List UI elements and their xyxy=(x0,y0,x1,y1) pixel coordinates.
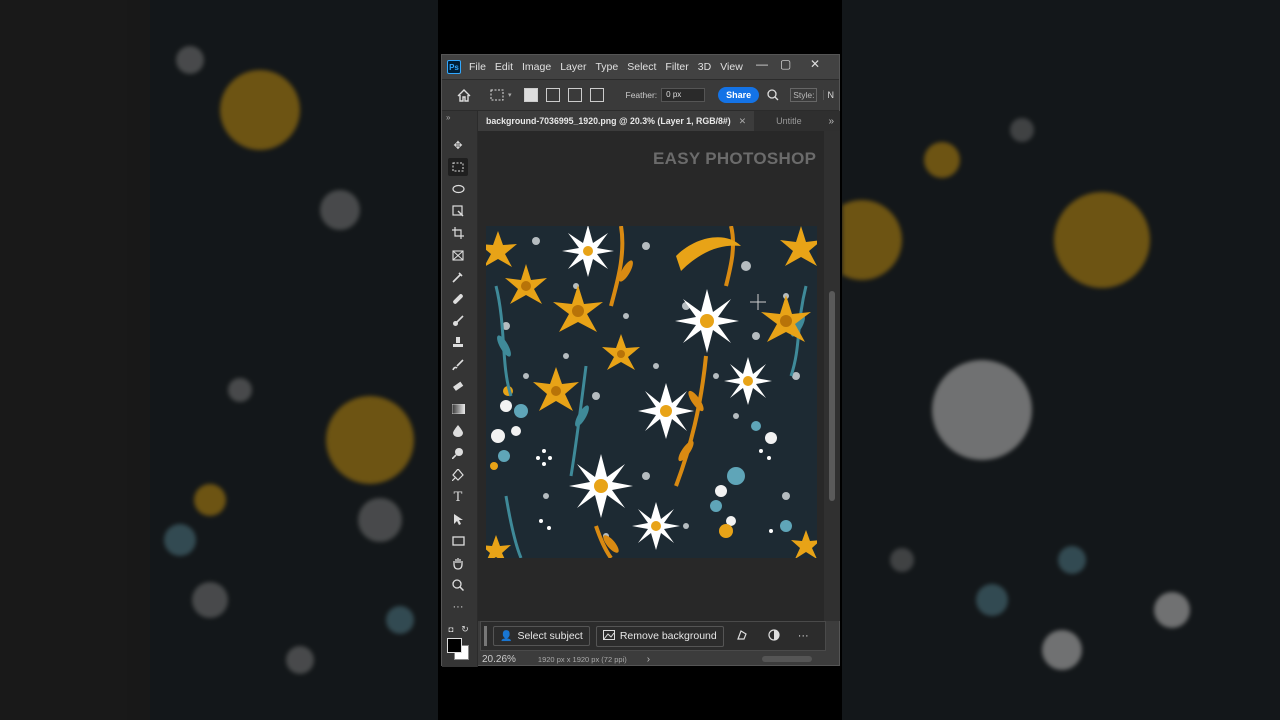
document-info: 1920 px x 1920 px (72 ppi) xyxy=(537,654,627,664)
minimize-icon[interactable]: — xyxy=(756,57,768,71)
mask-icon[interactable] xyxy=(768,628,780,644)
options-overflow[interactable]: N xyxy=(823,90,834,100)
brush-icon[interactable] xyxy=(448,312,468,330)
menu-filter[interactable]: Filter xyxy=(665,61,688,73)
menu-image[interactable]: Image xyxy=(522,61,551,73)
history-brush-icon[interactable] xyxy=(448,356,468,374)
hand-icon[interactable] xyxy=(448,554,468,572)
path-select-icon[interactable] xyxy=(448,510,468,528)
image-icon xyxy=(602,629,615,643)
close-icon[interactable]: ✕ xyxy=(810,57,820,71)
feather-input[interactable]: 0 px xyxy=(661,88,706,102)
background-right-blur xyxy=(842,0,1280,720)
eraser-icon[interactable] xyxy=(448,378,468,396)
rectangle-icon[interactable] xyxy=(448,532,468,550)
blur-icon[interactable] xyxy=(448,422,468,440)
tabs-overflow-icon[interactable]: » xyxy=(828,116,834,127)
person-icon: 👤 xyxy=(500,630,513,642)
remove-background-label: Remove background xyxy=(619,630,717,642)
options-bar: ▾ Feather: 0 px Share Style: N xyxy=(442,79,839,111)
gradient-icon[interactable] xyxy=(448,400,468,418)
maximize-icon[interactable]: ▢ xyxy=(780,57,791,71)
menu-file[interactable]: File xyxy=(469,61,486,73)
eyedropper-icon[interactable] xyxy=(448,268,468,286)
photoshop-window: Ps File Edit Image Layer Type Select Fil… xyxy=(441,54,840,667)
crop-icon[interactable] xyxy=(448,224,468,242)
vertical-scroll-thumb[interactable] xyxy=(829,291,835,501)
tab-close-icon[interactable]: ✕ xyxy=(739,116,746,127)
menu-select[interactable]: Select xyxy=(627,61,656,73)
status-bar: 20.26% 1920 px x 1920 px (72 ppi) › xyxy=(478,651,824,667)
remove-background-button[interactable]: Remove background xyxy=(595,625,724,647)
dodge-icon[interactable] xyxy=(448,444,468,462)
more-options-icon[interactable]: ··· xyxy=(798,630,809,642)
watermark-text: EASY PHOTOSHOP xyxy=(653,149,817,168)
stamp-icon[interactable] xyxy=(448,334,468,352)
home-icon[interactable] xyxy=(456,87,472,103)
new-selection-icon[interactable] xyxy=(523,88,538,102)
tab-title: background-7036995_1920.png @ 20.3% (Lay… xyxy=(486,116,731,126)
floral-pattern xyxy=(486,226,817,558)
menu-view[interactable]: View xyxy=(720,61,743,73)
contextual-task-bar: 👤 Select subject Remove background ··· xyxy=(480,621,826,651)
more-tools-icon[interactable]: ··· xyxy=(448,598,468,616)
zoom-icon[interactable] xyxy=(448,576,468,594)
share-button[interactable]: Share xyxy=(718,87,760,103)
marquee-icon[interactable] xyxy=(448,158,468,176)
search-icon[interactable] xyxy=(765,87,781,103)
type-icon[interactable]: T xyxy=(448,488,468,506)
status-arrow-icon[interactable]: › xyxy=(647,654,650,665)
style-label[interactable]: Style: xyxy=(790,88,818,102)
add-selection-icon[interactable] xyxy=(545,88,560,102)
move-icon[interactable]: ✥ xyxy=(448,136,468,154)
background-left-blur xyxy=(0,0,438,720)
document-tabs: background-7036995_1920.png @ 20.3% (Lay… xyxy=(478,111,840,131)
menu-type[interactable]: Type xyxy=(595,61,618,73)
select-subject-label: Select subject xyxy=(517,630,583,642)
object-select-icon[interactable] xyxy=(448,202,468,220)
tab-background-png[interactable]: background-7036995_1920.png @ 20.3% (Lay… xyxy=(478,111,755,131)
select-subject-button[interactable]: 👤 Select subject xyxy=(493,626,590,646)
foreground-color-swatch[interactable] xyxy=(447,638,462,653)
taskbar-grip[interactable] xyxy=(484,626,487,646)
preset-chevron-icon[interactable]: ▾ xyxy=(508,91,512,99)
zoom-level[interactable]: 20.26% xyxy=(482,654,516,665)
color-swatches[interactable] xyxy=(446,635,472,661)
tab-untitled[interactable]: Untitle xyxy=(776,116,802,126)
pen-icon[interactable] xyxy=(448,466,468,484)
intersect-selection-icon[interactable] xyxy=(589,88,604,102)
marquee-preset-icon[interactable] xyxy=(489,87,505,103)
panel-collapse-icon[interactable]: » xyxy=(446,113,450,122)
transform-selection-icon[interactable] xyxy=(736,629,748,644)
subtract-selection-icon[interactable] xyxy=(567,88,582,102)
menu-layer[interactable]: Layer xyxy=(560,61,586,73)
menu-edit[interactable]: Edit xyxy=(495,61,513,73)
menu-bar: Ps File Edit Image Layer Type Select Fil… xyxy=(442,55,839,79)
photoshop-logo-icon: Ps xyxy=(447,60,461,74)
feather-label: Feather: xyxy=(625,90,658,100)
healing-icon[interactable] xyxy=(448,290,468,308)
horizontal-scroll-thumb[interactable] xyxy=(762,656,812,662)
frame-icon[interactable] xyxy=(448,246,468,264)
horizontal-scrollbar[interactable] xyxy=(718,655,814,663)
background-dim xyxy=(842,0,1280,720)
vertical-scrollbar[interactable] xyxy=(824,131,840,621)
floral-artwork-image[interactable] xyxy=(486,226,817,558)
background-dim xyxy=(0,0,438,720)
canvas-area[interactable]: EASY PHOTOSHOP xyxy=(478,131,824,621)
tools-panel: » ✥ T ··· ◘ ↻ xyxy=(442,111,478,667)
lasso-icon[interactable] xyxy=(448,180,468,198)
menu-3d[interactable]: 3D xyxy=(698,61,711,73)
